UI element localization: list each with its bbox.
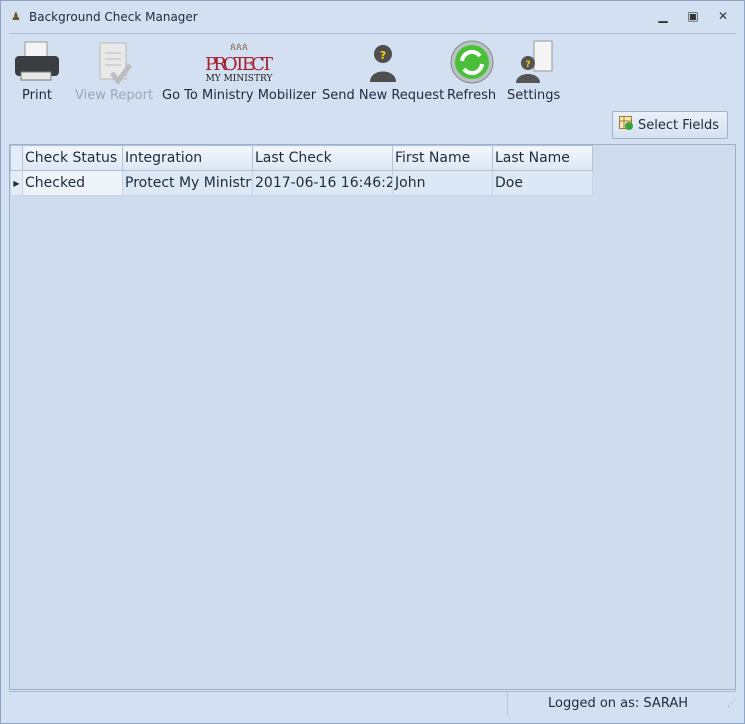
protect-my-ministry-logo: ጰጰጰ PROTECT MY MINISTRY — [199, 36, 279, 88]
grid-header-row: Check Status Integration Last Check Firs… — [10, 145, 593, 171]
send-new-request-button[interactable]: ? Send New Request — [322, 36, 444, 103]
column-header-last-name[interactable]: Last Name — [492, 145, 593, 171]
cell-first-name[interactable]: John — [392, 170, 493, 196]
settings-button[interactable]: ? Settings — [507, 36, 560, 103]
cell-last-check[interactable]: 2017-06-16 16:46:27 — [252, 170, 393, 196]
report-icon — [94, 36, 134, 88]
title-bar: ♟ Background Check Manager ▁ ▣ ✕ — [1, 1, 744, 33]
svg-text:?: ? — [525, 60, 530, 70]
table-row[interactable]: ▶ Checked Protect My Ministry 2017-06-16… — [10, 170, 593, 196]
column-header-last-check[interactable]: Last Check — [252, 145, 393, 171]
status-bar: Logged on as: SARAH ⋰ — [9, 691, 736, 715]
person-question-icon: ? — [366, 36, 400, 88]
print-button[interactable]: Print — [13, 36, 61, 103]
main-window: ♟ Background Check Manager ▁ ▣ ✕ Print V… — [0, 0, 745, 724]
minimize-button[interactable]: ▁ — [656, 9, 670, 23]
close-button[interactable]: ✕ — [716, 9, 730, 23]
go-to-ministry-mobilizer-button[interactable]: ጰጰጰ PROTECT MY MINISTRY Go To Ministry Mob… — [162, 36, 316, 103]
resize-grip-icon[interactable]: ⋰ — [716, 699, 736, 709]
results-grid: Check Status Integration Last Check Firs… — [9, 144, 736, 690]
table-add-icon — [618, 116, 633, 134]
svg-text:?: ? — [380, 49, 386, 62]
maximize-button[interactable]: ▣ — [686, 9, 700, 23]
printer-icon — [13, 36, 61, 88]
column-header-first-name[interactable]: First Name — [392, 145, 493, 171]
toolbar: Print View Report ጰጰጰ PROTECT MY MINISTRY … — [9, 33, 736, 141]
svg-text:MY MINISTRY: MY MINISTRY — [206, 74, 274, 84]
current-row-indicator-icon: ▶ — [10, 170, 23, 196]
cell-integration[interactable]: Protect My Ministry — [122, 170, 253, 196]
column-header-check-status[interactable]: Check Status — [22, 145, 123, 171]
cell-check-status[interactable]: Checked — [22, 170, 123, 196]
refresh-icon — [449, 36, 495, 88]
app-icon: ♟ — [11, 10, 21, 23]
logged-on-user: Logged on as: SARAH — [548, 696, 688, 711]
svg-text:PROTECT: PROTECT — [205, 54, 273, 75]
column-header-integration[interactable]: Integration — [122, 145, 253, 171]
refresh-button[interactable]: Refresh — [447, 36, 496, 103]
settings-icon: ? — [514, 36, 554, 88]
view-report-button[interactable]: View Report — [75, 36, 153, 103]
svg-text:ጰጰጰ: ጰጰጰ — [230, 42, 248, 53]
cell-last-name[interactable]: Doe — [492, 170, 593, 196]
row-header-corner — [10, 145, 23, 171]
window-title: Background Check Manager — [29, 10, 198, 24]
select-fields-button[interactable]: Select Fields — [611, 111, 728, 139]
